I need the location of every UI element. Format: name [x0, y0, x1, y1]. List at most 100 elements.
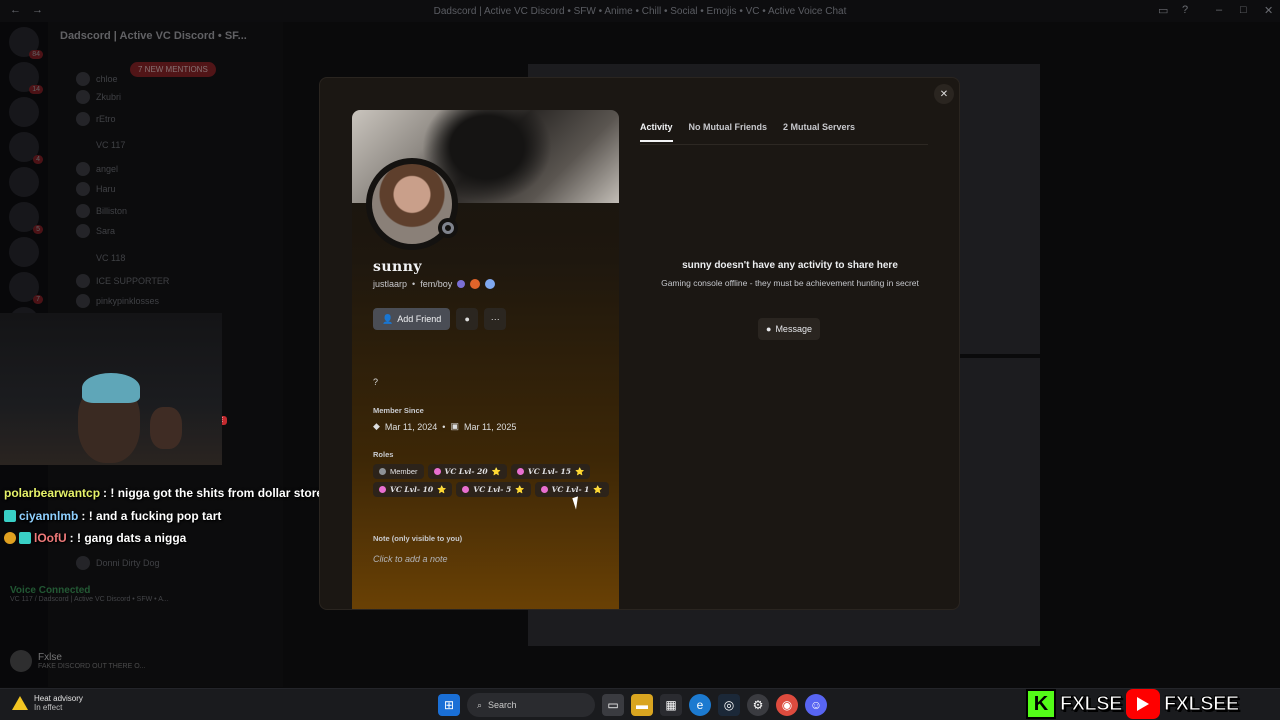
star-icon: ⭐ [491, 467, 501, 476]
weather-title: Heat advisory [34, 694, 83, 703]
profile-bio: ? [373, 377, 379, 387]
chat-bubble-icon: ● [766, 324, 772, 334]
voice-channel-vc117[interactable]: VC 117 [96, 140, 125, 150]
more-options-button[interactable]: ⋯ [484, 308, 507, 330]
profile-tabs: Activity No Mutual Friends 2 Mutual Serv… [640, 122, 855, 142]
task-view-icon[interactable]: ▭ [602, 694, 624, 716]
role-pill[interactable]: VC Lvl- 5 ⭐ [456, 482, 531, 497]
youtube-logo-icon [1125, 689, 1160, 719]
voice-connected-panel: Voice Connected VC 117 / Dadscord | Acti… [10, 585, 280, 603]
weather-subtitle: In effect [34, 703, 63, 712]
chrome-icon[interactable]: ◉ [776, 694, 798, 716]
discord-icon: ◆ [373, 421, 380, 431]
star-icon: ⭐ [593, 485, 603, 494]
user-panel: Fxlse FAKE DISCORD OUT THERE O... [10, 650, 280, 672]
role-pill[interactable]: VC Lvl- 10 ⭐ [373, 482, 453, 497]
chat-username: lOofU [34, 531, 67, 546]
badge-icon[interactable] [470, 279, 481, 289]
empty-title: sunny doesn't have any activity to share… [682, 260, 898, 271]
voice-channel-path: VC 117 / Dadscord | Active VC Discord • … [10, 596, 169, 603]
role-pill[interactable]: VC Lvl- 15 ⭐ [510, 464, 591, 479]
voice-channel-vc118[interactable]: VC 118 [96, 253, 125, 263]
profile-actions: 👤 Add Friend ● ⋯ [373, 308, 507, 330]
server-icon[interactable] [9, 237, 39, 267]
add-friend-button[interactable]: 👤 Add Friend [373, 308, 451, 330]
steam-icon[interactable]: ◎ [718, 694, 740, 716]
message-button[interactable]: ● [456, 308, 479, 330]
server-icon[interactable]: 5 [9, 202, 43, 234]
tab-mutual-friends[interactable]: No Mutual Friends [689, 122, 768, 142]
star-icon: ⭐ [515, 485, 525, 494]
voice-member[interactable]: angel [76, 162, 118, 176]
voice-member[interactable]: Haru [76, 182, 116, 196]
file-explorer-icon[interactable]: ▬ [631, 694, 653, 716]
start-windows-icon[interactable]: ⊞ [438, 694, 460, 716]
close-icon: ✕ [939, 88, 949, 100]
voice-member[interactable]: chloe [76, 72, 118, 86]
edge-browser-icon[interactable]: e [689, 694, 711, 716]
minimize-icon[interactable]: – [1216, 4, 1222, 16]
more-icon: ⋯ [490, 313, 500, 324]
badge-icon[interactable] [457, 280, 466, 288]
star-icon: ⭐ [437, 485, 447, 494]
user-status: FAKE DISCORD OUT THERE O... [38, 663, 146, 670]
weather-widget[interactable]: Heat advisory In effect [12, 694, 83, 712]
role-pill[interactable]: Member [373, 464, 424, 479]
voice-member[interactable]: Billiston [76, 204, 127, 218]
taskbar-apps: ⊞ ⌕ Search ▭ ▬ ▦ e ◎ ⚙ ◉ ☺ [438, 693, 827, 717]
chat-bubble-icon: ● [464, 314, 470, 324]
discord-icon[interactable]: ☺ [805, 694, 827, 716]
username-line: justlaarp • fem/boy [373, 279, 496, 289]
voice-status[interactable]: Voice Connected [10, 585, 280, 596]
window-title: Dadscord | Active VC Discord • SFW • Ani… [433, 6, 847, 17]
voice-member[interactable]: Zkubri [76, 90, 121, 104]
member-since: ◆ Mar 11, 2024 • ▣ Mar 11, 2025 [373, 421, 517, 432]
webcam-overlay [0, 313, 222, 465]
taskbar-search[interactable]: ⌕ Search [467, 693, 595, 717]
voice-member[interactable]: Donni Dirty Dog [76, 556, 160, 570]
profile-avatar[interactable] [366, 158, 458, 250]
tab-activity[interactable]: Activity [640, 122, 673, 142]
streamer-hand [150, 407, 182, 449]
pronouns: fem/boy [420, 279, 453, 289]
maximize-icon[interactable]: □ [1240, 4, 1247, 16]
search-icon: ⌕ [477, 699, 483, 710]
badge-icon[interactable] [485, 279, 496, 289]
store-icon[interactable]: ▦ [660, 694, 682, 716]
server-icon[interactable] [9, 97, 39, 127]
user-name: Fxlse [38, 652, 62, 663]
window-close-icon[interactable]: ✕ [1264, 4, 1273, 17]
chat-text: : ! gang dats a nigga [69, 531, 187, 546]
avatar[interactable] [10, 650, 32, 672]
server-name[interactable]: Dadscord | Active VC Discord • SF... [60, 30, 247, 42]
tabs-divider [640, 144, 928, 145]
voice-member[interactable]: Sara [76, 224, 115, 238]
server-icon: ▣ [450, 421, 459, 431]
role-pill[interactable]: VC Lvl- 20 ⭐ [427, 464, 507, 479]
kick-handle: FXLSE [1060, 692, 1123, 715]
close-button[interactable]: ✕ [934, 84, 954, 104]
server-icon[interactable]: 14 [9, 62, 43, 94]
role-pill[interactable]: VC Lvl- 1 ⭐ [534, 482, 609, 497]
kick-logo-icon: K [1026, 689, 1056, 719]
voice-member[interactable]: pinkypinklosses [76, 294, 159, 308]
note-input[interactable]: Click to add a note [373, 554, 448, 564]
voice-member[interactable]: ICE SUPPORTER [76, 274, 169, 288]
warning-icon [12, 696, 28, 710]
youtube-handle: FXLSEE [1163, 692, 1239, 715]
roles-label: Roles [373, 450, 394, 459]
inbox-icon[interactable]: ▭ [1158, 4, 1168, 17]
note-label: Note (only visible to you) [373, 534, 463, 543]
help-icon[interactable]: ? [1182, 4, 1188, 16]
settings-icon[interactable]: ⚙ [747, 694, 769, 716]
server-icon[interactable] [9, 167, 39, 197]
server-icon[interactable]: 84 [9, 27, 43, 59]
tab-mutual-servers[interactable]: 2 Mutual Servers [783, 122, 855, 142]
streamer-hat [82, 373, 140, 403]
server-icon[interactable]: 4 [9, 132, 43, 164]
server-icon[interactable]: 7 [9, 272, 43, 304]
voice-member[interactable]: rEtro [76, 112, 116, 126]
send-message-button[interactable]: ● Message [758, 318, 820, 340]
offline-status-icon [438, 218, 458, 238]
new-mentions-badge[interactable]: 7 NEW MENTIONS [130, 62, 216, 77]
